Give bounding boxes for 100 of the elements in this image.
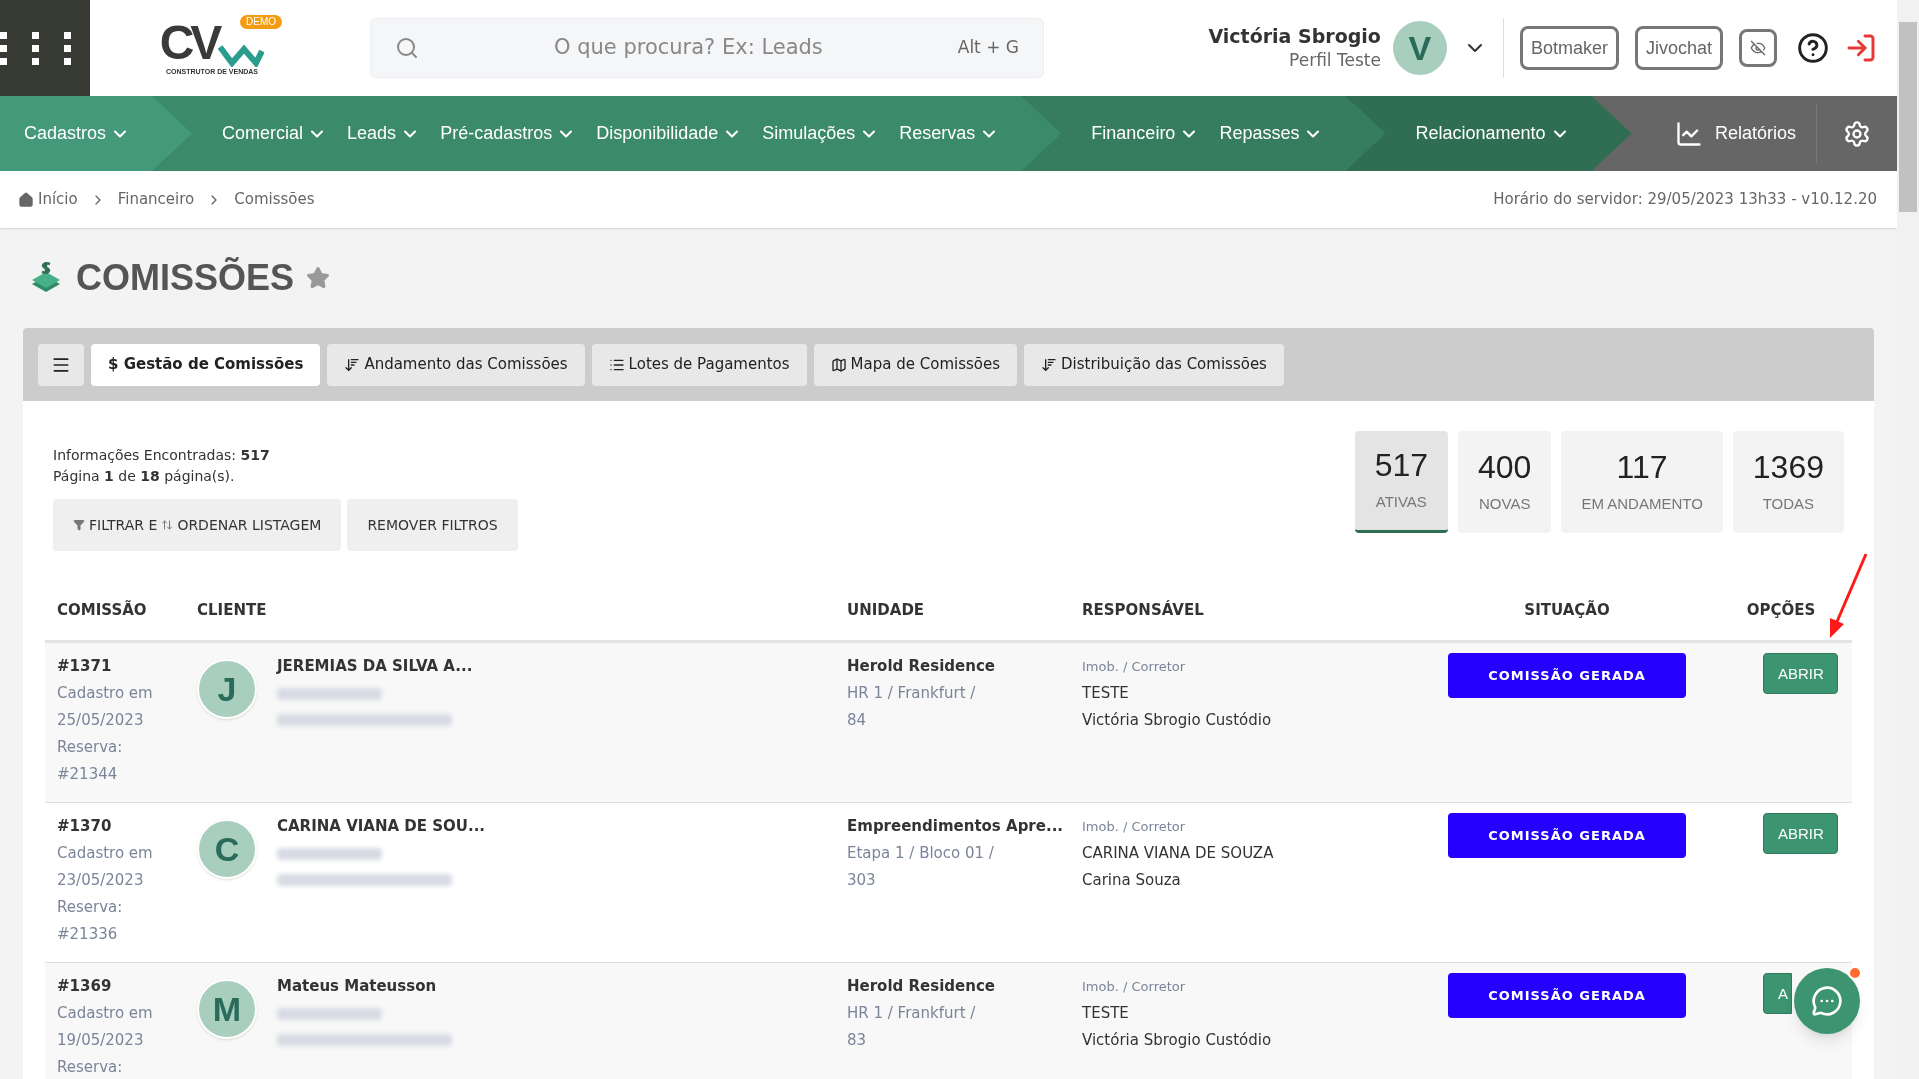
agency-name: TESTE bbox=[1082, 683, 1130, 704]
column-header: UNIDADE bbox=[847, 600, 926, 622]
help-icon[interactable] bbox=[1797, 32, 1829, 64]
commission-id: #1370 bbox=[57, 816, 113, 837]
breadcrumb-link[interactable]: Início bbox=[38, 188, 78, 211]
tab[interactable]: Lotes de Pagamentos bbox=[591, 343, 807, 386]
nav-menu-item[interactable]: Simulações bbox=[762, 120, 880, 147]
created-label: Cadastro em bbox=[57, 683, 154, 704]
unit-detail: HR 1 / Frankfurt / bbox=[847, 1003, 977, 1024]
client-name: Mateus Mateusson bbox=[277, 976, 438, 997]
search-icon bbox=[395, 36, 419, 60]
shortcut-hint: Alt + G bbox=[957, 36, 1019, 60]
broker-name: Victória Sbrogio Custódio bbox=[1082, 1030, 1273, 1051]
unit-number: 303 bbox=[847, 870, 877, 891]
reservation-number: #21336 bbox=[57, 924, 119, 945]
logo-text: CV bbox=[159, 18, 219, 67]
menu-button[interactable] bbox=[38, 343, 84, 386]
user-avatar[interactable]: V bbox=[1392, 21, 1447, 75]
open-button[interactable]: A bbox=[1763, 973, 1792, 1014]
column-header: SITUAÇÃO bbox=[1524, 599, 1610, 622]
unit-name: Herold Residence bbox=[847, 976, 996, 997]
user-name: Victória Sbrogio bbox=[1208, 24, 1381, 48]
commission-id: #1371 bbox=[57, 656, 113, 677]
integration-button[interactable]: Botmaker bbox=[1519, 26, 1619, 70]
breadcrumb-link[interactable]: Financeiro bbox=[117, 188, 195, 211]
nav-menu-item[interactable]: Financeiro bbox=[1091, 120, 1200, 147]
nav-menu-item[interactable]: Comercial bbox=[222, 120, 328, 147]
reservation-number: #21344 bbox=[57, 764, 119, 785]
tab[interactable]: Mapa de Comissões bbox=[813, 343, 1017, 386]
created-label: Cadastro em bbox=[57, 843, 154, 864]
tab[interactable]: Andamento das Comissões bbox=[327, 343, 585, 386]
nav-menu-item[interactable]: Relacionamento bbox=[1415, 120, 1570, 147]
status-badge: COMISSÃO GERADA bbox=[1448, 973, 1686, 1018]
reservation-label: Reserva: bbox=[57, 737, 124, 758]
settings-icon[interactable] bbox=[1843, 119, 1871, 148]
created-date: 23/05/2023 bbox=[57, 870, 145, 891]
reservation-label: Reserva: bbox=[57, 897, 124, 918]
unit-name: Empreendimentos Apre... bbox=[847, 816, 1065, 837]
reservation-label: Reserva: bbox=[57, 1057, 124, 1078]
client-name: JEREMIAS DA SILVA A... bbox=[277, 656, 473, 677]
hide-values-button[interactable] bbox=[1739, 29, 1777, 67]
results-count: Informações Encontradas: 517 bbox=[53, 446, 271, 465]
filter-icon bbox=[73, 519, 85, 531]
column-header: RESPONSÁVEL bbox=[1082, 599, 1205, 622]
unit-detail: Etapa 1 / Bloco 01 / bbox=[847, 843, 995, 864]
status-badge: COMISSÃO GERADA bbox=[1448, 813, 1686, 858]
reports-link[interactable]: Relatórios bbox=[1654, 119, 1816, 148]
stat-card[interactable]: 1369 TODAS bbox=[1732, 431, 1844, 533]
tab[interactable]: Distribuição das Comissões bbox=[1024, 343, 1284, 386]
nav-menu-item[interactable]: Cadastros bbox=[24, 120, 131, 147]
sort-icon bbox=[344, 356, 361, 373]
nav-menu-item[interactable]: Disponibilidade bbox=[596, 120, 743, 147]
column-header: OPÇÕES bbox=[1745, 599, 1816, 622]
tab[interactable]: $ Gestão de Comissões bbox=[91, 343, 321, 386]
filter-sort-button[interactable]: FILTRAR E ORDENAR LISTAGEM bbox=[53, 499, 342, 551]
apps-menu-button[interactable] bbox=[0, 0, 90, 96]
stat-card[interactable]: 517 ATIVAS bbox=[1354, 431, 1448, 533]
created-label: Cadastro em bbox=[57, 1003, 154, 1024]
broker-name: Victória Sbrogio Custódio bbox=[1082, 710, 1273, 731]
user-profile: Perfil Teste bbox=[1289, 49, 1381, 72]
open-button[interactable]: ABRIR bbox=[1763, 653, 1838, 694]
client-avatar: C bbox=[197, 819, 257, 879]
broker-name: Carina Souza bbox=[1082, 870, 1182, 891]
role-label: Imob. / Corretor bbox=[1082, 818, 1187, 836]
eye-off-icon bbox=[1750, 40, 1766, 56]
agency-name: CARINA VIANA DE SOUZA bbox=[1082, 843, 1275, 864]
nav-menu-item[interactable]: Reservas bbox=[899, 120, 1000, 147]
unit-number: 83 bbox=[847, 1030, 868, 1051]
home-icon bbox=[18, 191, 34, 208]
server-time: Horário do servidor: 29/05/2023 13h33 - v10.12.20 bbox=[1493, 189, 1877, 211]
status-badge: COMISSÃO GERADA bbox=[1448, 653, 1686, 698]
nav-menu-item[interactable]: Repasses bbox=[1219, 120, 1324, 147]
logout-icon[interactable] bbox=[1845, 32, 1877, 64]
line-chart-icon bbox=[1674, 119, 1703, 148]
stat-card[interactable]: 117 EM ANDAMENTO bbox=[1561, 431, 1723, 533]
search-field[interactable]: O que procura? Ex: Leads Alt + G bbox=[370, 18, 1044, 78]
sort-icon bbox=[1041, 356, 1057, 373]
breadcrumb-link[interactable]: Comissões bbox=[234, 188, 315, 211]
page-info: Página 1 de 18 página(s). bbox=[53, 467, 236, 486]
unit-detail: HR 1 / Frankfurt / bbox=[847, 683, 977, 704]
search-input[interactable]: O que procura? Ex: Leads bbox=[419, 32, 958, 64]
map-icon bbox=[830, 356, 847, 373]
chat-icon bbox=[1811, 985, 1843, 1017]
sort-icon bbox=[161, 519, 174, 531]
unit-number: 84 bbox=[847, 710, 868, 731]
commission-id: #1369 bbox=[57, 976, 113, 997]
client-avatar: M bbox=[197, 979, 257, 1039]
remove-filters-button[interactable]: REMOVER FILTROS bbox=[347, 499, 518, 551]
page-title: COMISSÕES bbox=[76, 256, 295, 300]
nav-menu-item[interactable]: Leads bbox=[347, 120, 421, 147]
created-date: 25/05/2023 bbox=[57, 710, 145, 731]
stat-card[interactable]: 400 NOVAS bbox=[1458, 431, 1552, 533]
unit-name: Herold Residence bbox=[847, 656, 996, 677]
nav-menu-item[interactable]: Pré-cadastros bbox=[440, 120, 577, 147]
agency-name: TESTE bbox=[1082, 1003, 1130, 1024]
favorite-star-icon[interactable] bbox=[306, 266, 331, 290]
integration-button[interactable]: Jivochat bbox=[1634, 26, 1723, 70]
column-header: CLIENTE bbox=[197, 600, 268, 622]
open-button[interactable]: ABRIR bbox=[1763, 813, 1838, 854]
role-label: Imob. / Corretor bbox=[1082, 978, 1187, 996]
